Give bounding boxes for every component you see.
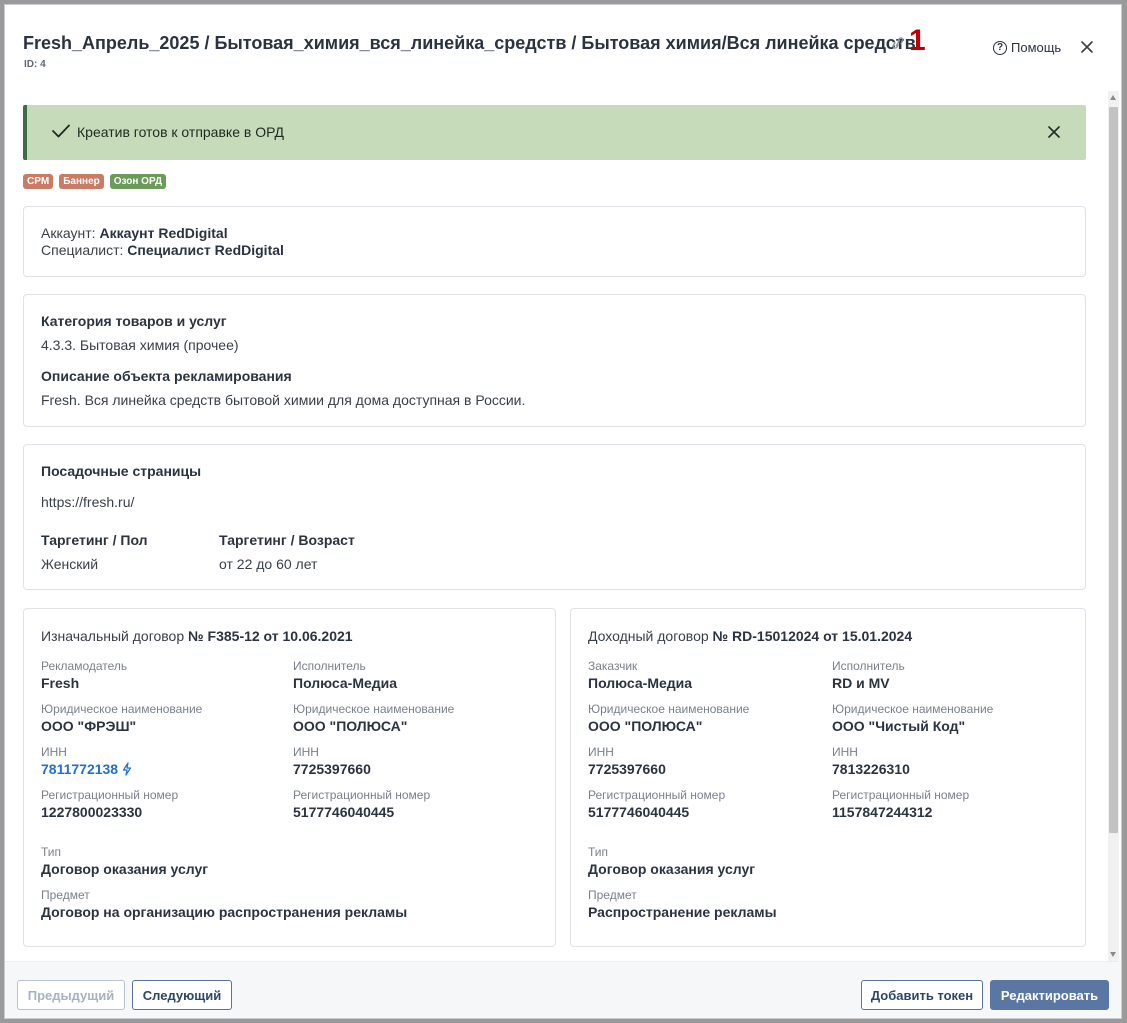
- advertiser-value: Fresh: [41, 675, 80, 691]
- executor-value: Полюса-Медиа: [293, 675, 398, 691]
- advertiser-label: Рекламодатель: [41, 659, 128, 673]
- executor-reg-number-value: 5177746040445: [293, 804, 395, 820]
- page-title: Fresh_Апрель_2025 / Бытовая_химия_вся_ли…: [23, 33, 916, 53]
- annotation-marker: 1: [909, 24, 926, 57]
- account-row: Аккаунт: Аккаунт RedDigital: [41, 225, 228, 241]
- income-executor-inn-value: 7813226310: [832, 761, 910, 777]
- inn-row: 7811772138: [41, 761, 132, 777]
- category-value: 4.3.3. Бытовая химия (прочее): [41, 337, 239, 353]
- edit-button[interactable]: Редактировать: [990, 980, 1109, 1010]
- inn-label: ИНН: [41, 745, 67, 759]
- type-label: Тип: [41, 845, 62, 859]
- executor-inn-label: ИНН: [293, 745, 319, 759]
- income-executor-reg-number-label: Регистрационный номер: [832, 788, 970, 802]
- vertical-scrollbar[interactable]: [1108, 91, 1119, 961]
- executor-reg-number-label: Регистрационный номер: [293, 788, 431, 802]
- tag-banner: Баннер: [59, 174, 104, 189]
- previous-button[interactable]: Предыдущий: [17, 980, 125, 1010]
- income-type-value: Договор оказания услуг: [588, 861, 756, 877]
- description-value: Fresh. Вся линейка средств бытовой химии…: [41, 392, 526, 408]
- initial-contract-card: Изначальный договор № F385-12 от 10.06.2…: [23, 608, 556, 947]
- executor-legal-name-value: ООО "ПОЛЮСА": [293, 718, 408, 734]
- inn-link[interactable]: 7811772138: [41, 761, 118, 777]
- next-button[interactable]: Следующий: [132, 980, 232, 1010]
- legal-name-value: ООО "ФРЭШ": [41, 718, 137, 734]
- specialist-value: Специалист RedDigital: [127, 242, 284, 258]
- scroll-up-arrow-icon[interactable]: [1110, 95, 1116, 100]
- account-value: Аккаунт RedDigital: [99, 225, 228, 241]
- customer-reg-number-value: 5177746040445: [588, 804, 690, 820]
- customer-value: Полюса-Медиа: [588, 675, 693, 691]
- initial-contract-heading: Изначальный договор № F385-12 от 10.06.2…: [41, 628, 353, 644]
- reg-number-label: Регистрационный номер: [41, 788, 179, 802]
- subject-label: Предмет: [41, 888, 90, 902]
- customer-reg-number-label: Регистрационный номер: [588, 788, 726, 802]
- modal-header: Fresh_Апрель_2025 / Бытовая_химия_вся_ли…: [5, 5, 1121, 91]
- income-subject-label: Предмет: [588, 888, 637, 902]
- reg-number-value: 1227800023330: [41, 804, 143, 820]
- check-icon: [52, 124, 70, 138]
- add-token-button[interactable]: Добавить токен: [861, 980, 983, 1010]
- tag-list: CPM Баннер Озон ОРД: [23, 174, 167, 189]
- initial-contract-number: № F385-12 от 10.06.2021: [188, 628, 353, 644]
- modal-content: Креатив готов к отправке в ОРД CPM Банне…: [5, 91, 1108, 961]
- legal-name-label: Юридическое наименование: [41, 702, 203, 716]
- income-type-label: Тип: [588, 845, 609, 859]
- executor-inn-value: 7725397660: [293, 761, 371, 777]
- income-contract-number: № RD-15012024 от 15.01.2024: [712, 628, 913, 644]
- income-contract-heading: Доходный договор № RD-15012024 от 15.01.…: [588, 628, 912, 644]
- type-value: Договор оказания услуг: [41, 861, 209, 877]
- income-contract-card: Доходный договор № RD-15012024 от 15.01.…: [570, 608, 1086, 947]
- modal-footer: Предыдущий Следующий Добавить токен Реда…: [5, 961, 1121, 1018]
- alert-message: Креатив готов к отправке в ОРД: [77, 124, 284, 140]
- description-title: Описание объекта рекламирования: [41, 368, 292, 384]
- income-executor-legal-name-value: ООО "Чистый Код": [832, 718, 966, 734]
- account-label: Аккаунт:: [41, 225, 96, 241]
- customer-label: Заказчик: [588, 659, 638, 673]
- subject-value: Договор на организацию распространения р…: [41, 904, 408, 920]
- record-id: ID: 4: [24, 59, 46, 70]
- category-title: Категория товаров и услуг: [41, 313, 227, 329]
- close-icon[interactable]: [1079, 39, 1095, 55]
- age-title: Таргетинг / Возраст: [219, 532, 355, 548]
- age-value: от 22 до 60 лет: [219, 556, 318, 572]
- income-executor-value: RD и MV: [832, 675, 890, 691]
- landing-card: Посадочные страницы https://fresh.ru/ Та…: [23, 444, 1086, 590]
- income-executor-legal-name-label: Юридическое наименование: [832, 702, 994, 716]
- tag-ozon-ord: Озон ОРД: [109, 174, 167, 189]
- income-executor-label: Исполнитель: [832, 659, 905, 673]
- scroll-thumb[interactable]: [1109, 107, 1118, 833]
- landing-url[interactable]: https://fresh.ru/: [41, 494, 134, 510]
- category-card: Категория товаров и услуг 4.3.3. Бытовая…: [23, 294, 1086, 427]
- income-contract-label: Доходный договор: [588, 628, 709, 644]
- ready-alert: Креатив готов к отправке в ОРД: [23, 105, 1086, 160]
- gender-value: Женский: [41, 556, 99, 572]
- scroll-down-arrow-icon[interactable]: [1110, 952, 1116, 957]
- tag-cpm: CPM: [23, 174, 54, 189]
- landing-title: Посадочные страницы: [41, 463, 202, 479]
- account-card: Аккаунт: Аккаунт RedDigital Специалист: …: [23, 206, 1086, 277]
- help-button[interactable]: ? Помощь: [993, 40, 1061, 55]
- gender-title: Таргетинг / Пол: [41, 532, 148, 548]
- income-subject-value: Распространение рекламы: [588, 904, 777, 920]
- specialist-row: Специалист: Специалист RedDigital: [41, 242, 284, 258]
- link-icon[interactable]: [889, 36, 907, 50]
- help-label: Помощь: [1011, 40, 1062, 55]
- customer-inn-value: 7725397660: [588, 761, 666, 777]
- customer-inn-label: ИНН: [588, 745, 614, 759]
- lightning-icon[interactable]: [122, 762, 132, 776]
- income-executor-inn-label: ИНН: [832, 745, 858, 759]
- executor-label: Исполнитель: [293, 659, 366, 673]
- alert-close-icon[interactable]: [1047, 125, 1061, 139]
- customer-legal-name-value: ООО "ПОЛЮСА": [588, 718, 703, 734]
- help-icon: ?: [993, 40, 1007, 55]
- customer-legal-name-label: Юридическое наименование: [588, 702, 750, 716]
- initial-contract-label: Изначальный договор: [41, 628, 185, 644]
- income-executor-reg-number-value: 1157847244312: [832, 804, 933, 820]
- specialist-label: Специалист:: [41, 242, 124, 258]
- executor-legal-name-label: Юридическое наименование: [293, 702, 455, 716]
- creative-modal: Fresh_Апрель_2025 / Бытовая_химия_вся_ли…: [4, 4, 1122, 1019]
